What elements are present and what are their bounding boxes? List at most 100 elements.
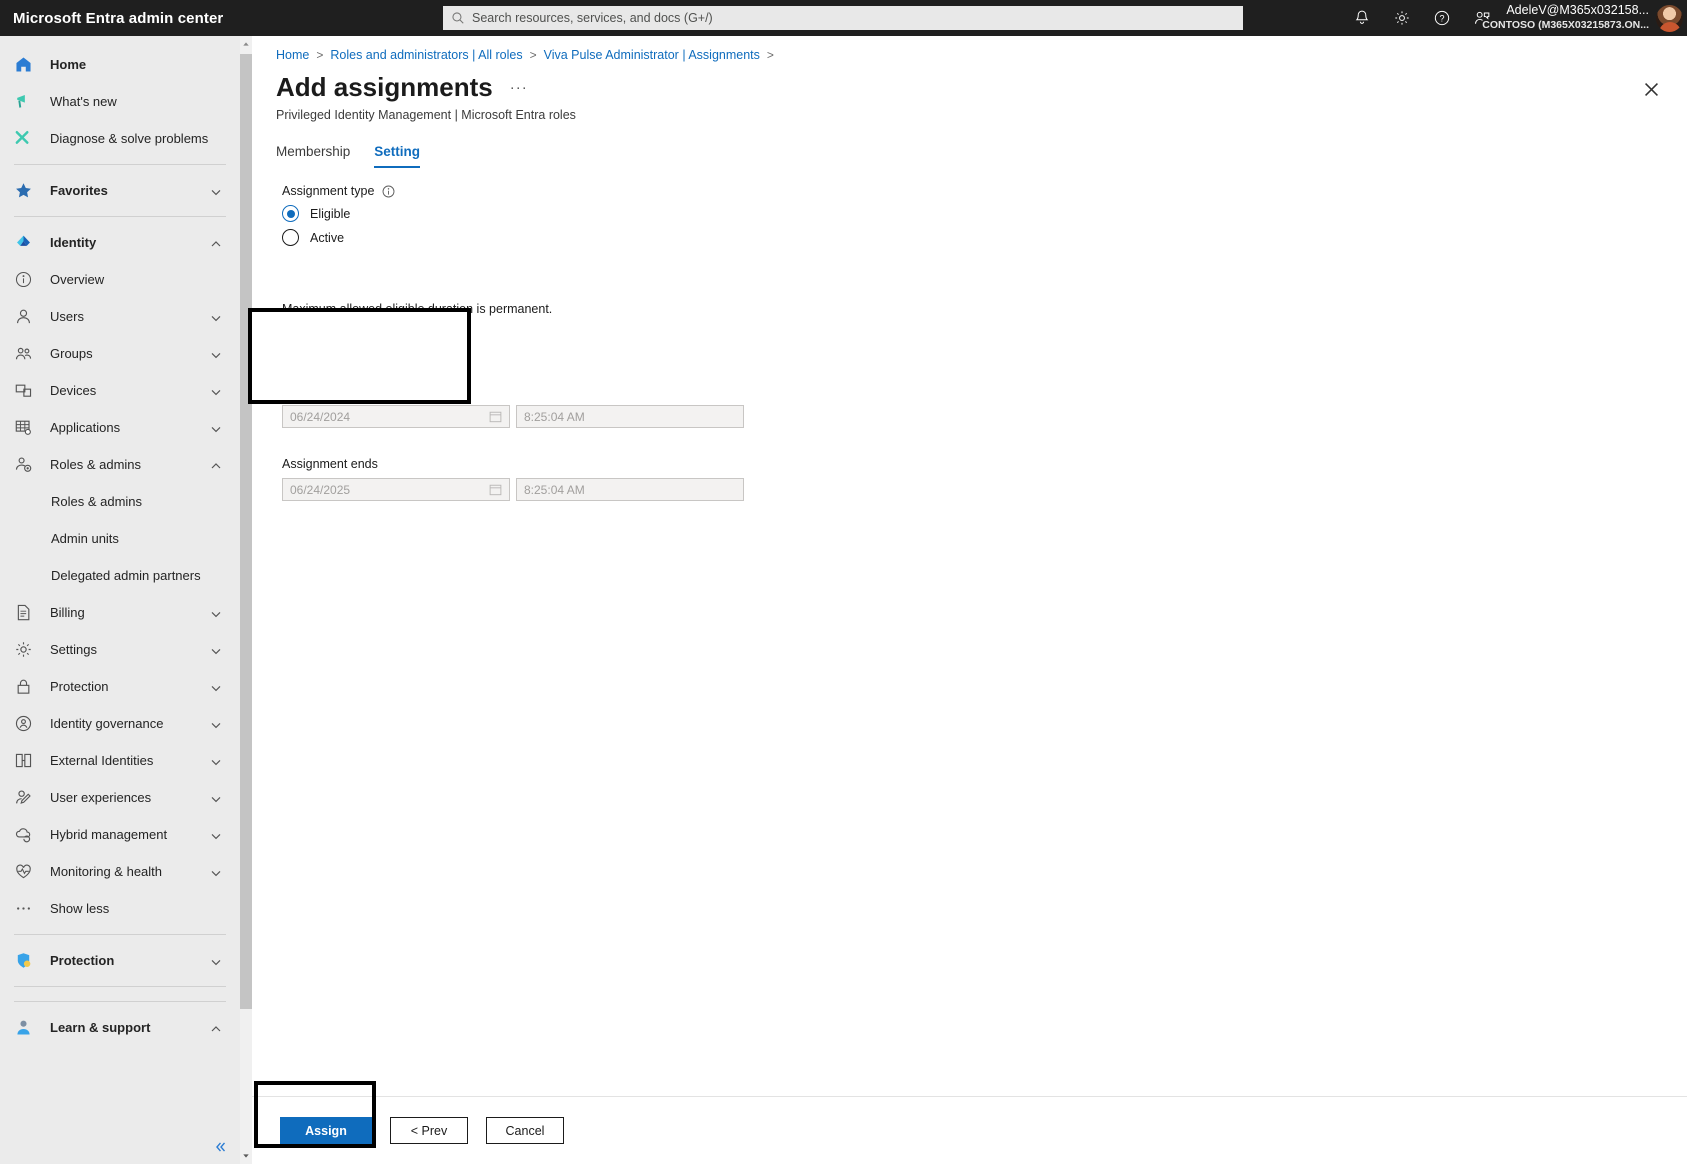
radio-active[interactable]: Active [282,229,1687,246]
search-icon [451,11,465,25]
breadcrumb-item[interactable]: Viva Pulse Administrator | Assignments [544,48,760,62]
sidebar-item-label: Groups [50,346,93,361]
sidebar-scrollbar[interactable] [240,36,252,1164]
help-icon[interactable]: ? [1433,9,1451,27]
sidebar-item-applications[interactable]: Applications [0,409,240,446]
sidebar-item-user-experiences[interactable]: User experiences [0,779,240,816]
scroll-down-arrow-icon[interactable] [240,1148,252,1164]
chevron-down-icon[interactable] [210,829,222,841]
sidebar-item-label: Applications [50,420,120,435]
gear-icon[interactable] [1393,9,1411,27]
radio-active-control[interactable] [282,229,299,246]
account-name: AdeleV@M365x032158... [1482,3,1649,19]
sidebar-item-users[interactable]: Users [0,298,240,335]
chevron-down-icon[interactable] [210,792,222,804]
sidebar-item-label: Billing [50,605,85,620]
radio-eligible-control[interactable] [282,205,299,222]
sidebar-item-label: Show less [50,901,109,916]
sidebar-item-billing[interactable]: Billing [0,594,240,631]
groups-icon [14,344,33,363]
cancel-button[interactable]: Cancel [486,1117,564,1144]
cloud-sync-icon [14,825,33,844]
gear-icon [14,640,33,659]
sidebar-item-settings[interactable]: Settings [0,631,240,668]
more-options-button[interactable]: ··· [510,79,528,96]
sidebar-scroll-thumb[interactable] [240,54,252,1009]
assignment-starts-time-input[interactable]: 8:25:04 AM [516,405,744,428]
chevron-down-icon[interactable] [210,866,222,878]
prev-button[interactable]: < Prev [390,1117,468,1144]
sidebar-item-identity[interactable]: Identity [0,224,240,261]
sidebar-item-label: What's new [50,94,117,109]
chevron-down-icon[interactable] [210,348,222,360]
sidebar-item-roles-admins[interactable]: Roles & admins [0,483,240,520]
breadcrumb-separator: > [530,48,537,62]
assignment-starts-date-input[interactable]: 06/24/2024 [282,405,510,428]
sidebar-item-home[interactable]: Home [0,46,240,83]
chevron-down-icon[interactable] [210,607,222,619]
chevron-down-icon[interactable] [210,955,222,967]
chevron-down-icon[interactable] [210,718,222,730]
chevron-down-icon[interactable] [210,185,222,197]
sidebar-item-groups[interactable]: Groups [0,335,240,372]
assignment-starts-inputs: 06/24/2024 8:25:04 AM [282,405,1687,428]
assignment-ends-group: Assignment ends 06/24/2025 8:25:04 AM [282,457,1687,501]
sidebar-item-label: Roles & admins [51,494,142,509]
bell-icon[interactable] [1353,9,1371,27]
chevron-down-icon[interactable] [210,755,222,767]
sidebar-item-favorites[interactable]: Favorites [0,172,240,209]
chevron-down-icon[interactable] [210,422,222,434]
chevron-up-icon[interactable] [210,459,222,471]
breadcrumb-item[interactable]: Home [276,48,309,62]
sidebar-item-label: Devices [50,383,96,398]
sidebar-item-hybrid-management[interactable]: Hybrid management [0,816,240,853]
assignment-ends-time-input[interactable]: 8:25:04 AM [516,478,744,501]
assign-button[interactable]: Assign [280,1117,372,1144]
close-icon[interactable] [1642,80,1661,99]
sidebar-item-learn-support[interactable]: Learn & support [0,1009,240,1046]
ellipsis-icon [14,899,33,918]
sidebar-item-devices[interactable]: Devices [0,372,240,409]
sidebar-item-protection[interactable]: Protection [0,942,240,979]
permanently-eligible-checkbox[interactable]: Permanently eligible [282,338,1687,355]
brand-title: Microsoft Entra admin center [13,10,223,27]
sidebar-item-admin-units[interactable]: Admin units [0,520,240,557]
sidebar-item-label: Learn & support [50,1020,150,1035]
duration-note: Maximum allowed eligible duration is per… [282,302,1687,316]
chevron-down-icon[interactable] [210,644,222,656]
sidebar-collapse-button[interactable] [210,1136,232,1158]
sidebar-item-overview[interactable]: Overview [0,261,240,298]
scroll-up-arrow-icon[interactable] [240,36,252,52]
sidebar-item-external-identities[interactable]: External Identities [0,742,240,779]
tab-setting[interactable]: Setting [374,144,420,168]
calendar-icon[interactable] [489,483,502,496]
avatar[interactable] [1656,5,1683,32]
assignment-ends-date-input[interactable]: 06/24/2025 [282,478,510,501]
sidebar-item-monitoring-health[interactable]: Monitoring & health [0,853,240,890]
chevron-up-icon[interactable] [210,1022,222,1034]
chevron-up-icon[interactable] [210,237,222,249]
sidebar-item-identity-governance[interactable]: Identity governance [0,705,240,742]
tab-membership[interactable]: Membership [276,144,350,168]
sidebar-item-label: Roles & admins [50,457,141,472]
chevron-down-icon[interactable] [210,681,222,693]
account-menu[interactable]: AdeleV@M365x032158... CONTOSO (M365X0321… [1482,3,1649,32]
chevron-down-icon[interactable] [210,385,222,397]
chevron-down-icon[interactable] [210,311,222,323]
calendar-icon[interactable] [489,410,502,423]
info-icon[interactable] [382,185,395,198]
global-search-input[interactable]: Search resources, services, and docs (G+… [443,6,1243,30]
breadcrumb-item[interactable]: Roles and administrators | All roles [330,48,522,62]
sidebar-item-roles-admins[interactable]: Roles & admins [0,446,240,483]
assignment-starts-date-value: 06/24/2024 [290,410,350,424]
sidebar-item-show-less[interactable]: Show less [0,890,240,927]
sidebar-divider [14,1001,226,1002]
sidebar-item-delegated-admin-partners[interactable]: Delegated admin partners [0,557,240,594]
radio-eligible[interactable]: Eligible [282,205,1687,222]
sidebar-item-protection[interactable]: Protection [0,668,240,705]
sidebar-item-label: Admin units [51,531,119,546]
sidebar-item-diagnose-solve-problems[interactable]: Diagnose & solve problems [0,120,240,157]
sidebar-item-what-s-new[interactable]: What's new [0,83,240,120]
assignment-ends-time-value: 8:25:04 AM [524,483,585,497]
app-root: Microsoft Entra admin center Search reso… [0,0,1687,1164]
